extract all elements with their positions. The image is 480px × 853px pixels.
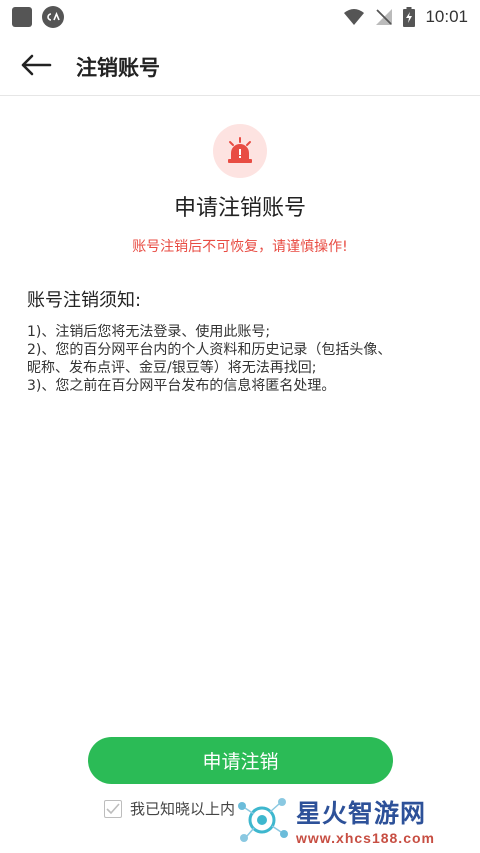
ca-app-icon — [42, 6, 64, 28]
no-signal-icon — [376, 9, 393, 25]
notice-line: 1)、注销后您将无法登录、使用此账号; — [27, 324, 271, 340]
agreement-text: 我已知晓以上内 — [130, 800, 236, 818]
watermark-name: 星火智游网 — [296, 799, 427, 828]
status-bar: 10:01 — [0, 0, 480, 34]
notice-line: 昵称、发布点评、金豆/银豆等）将无法再找回; — [27, 360, 317, 376]
notice-title: 账号注销须知: — [27, 290, 142, 311]
battery-charging-icon — [403, 7, 416, 27]
siren-alarm-icon — [228, 137, 252, 163]
wifi-icon — [344, 9, 365, 25]
request-heading: 申请注销账号 — [173, 196, 306, 221]
apply-cancel-account-button[interactable]: 申请注销 — [88, 737, 393, 784]
watermark: 星火智游网 www.xhcs188.com — [232, 790, 478, 850]
page-title: 注销账号 — [76, 56, 160, 80]
check-icon — [106, 802, 120, 814]
back-button[interactable] — [18, 48, 54, 82]
arrow-left-icon — [21, 54, 52, 76]
network-logo-icon — [238, 798, 288, 842]
irreversible-warning: 账号注销后不可恢复，请谨慎操作! — [132, 239, 348, 255]
watermark-url: www.xhcs188.com — [296, 830, 435, 846]
status-time: 10:01 — [425, 7, 468, 26]
alarm-badge — [213, 124, 267, 178]
agreement-row[interactable]: 我已知晓以上内 — [104, 798, 235, 819]
app-bar: 注销账号 — [0, 34, 480, 96]
agreement-checkbox[interactable] — [104, 799, 122, 818]
app-square-icon — [12, 7, 32, 27]
notice-line: 2)、您的百分网平台内的个人资料和历史记录（包括头像、 — [27, 342, 392, 358]
notice-line: 3)、您之前在百分网平台发布的信息将匿名处理。 — [27, 378, 336, 394]
notice-list: 1)、注销后您将无法登录、使用此账号; 2)、您的百分网平台内的个人资料和历史记… — [27, 323, 467, 395]
